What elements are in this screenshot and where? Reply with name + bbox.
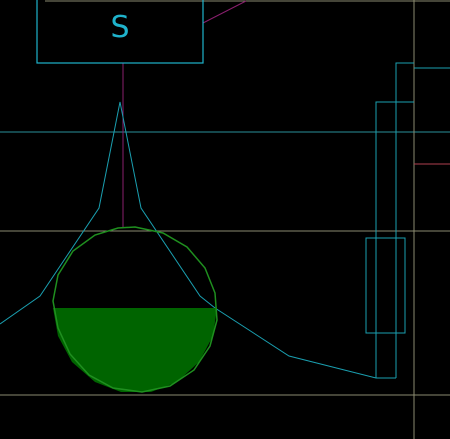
s-block-label: S — [110, 10, 129, 45]
canvas-background — [0, 0, 450, 439]
diagram-canvas: S — [0, 0, 450, 439]
